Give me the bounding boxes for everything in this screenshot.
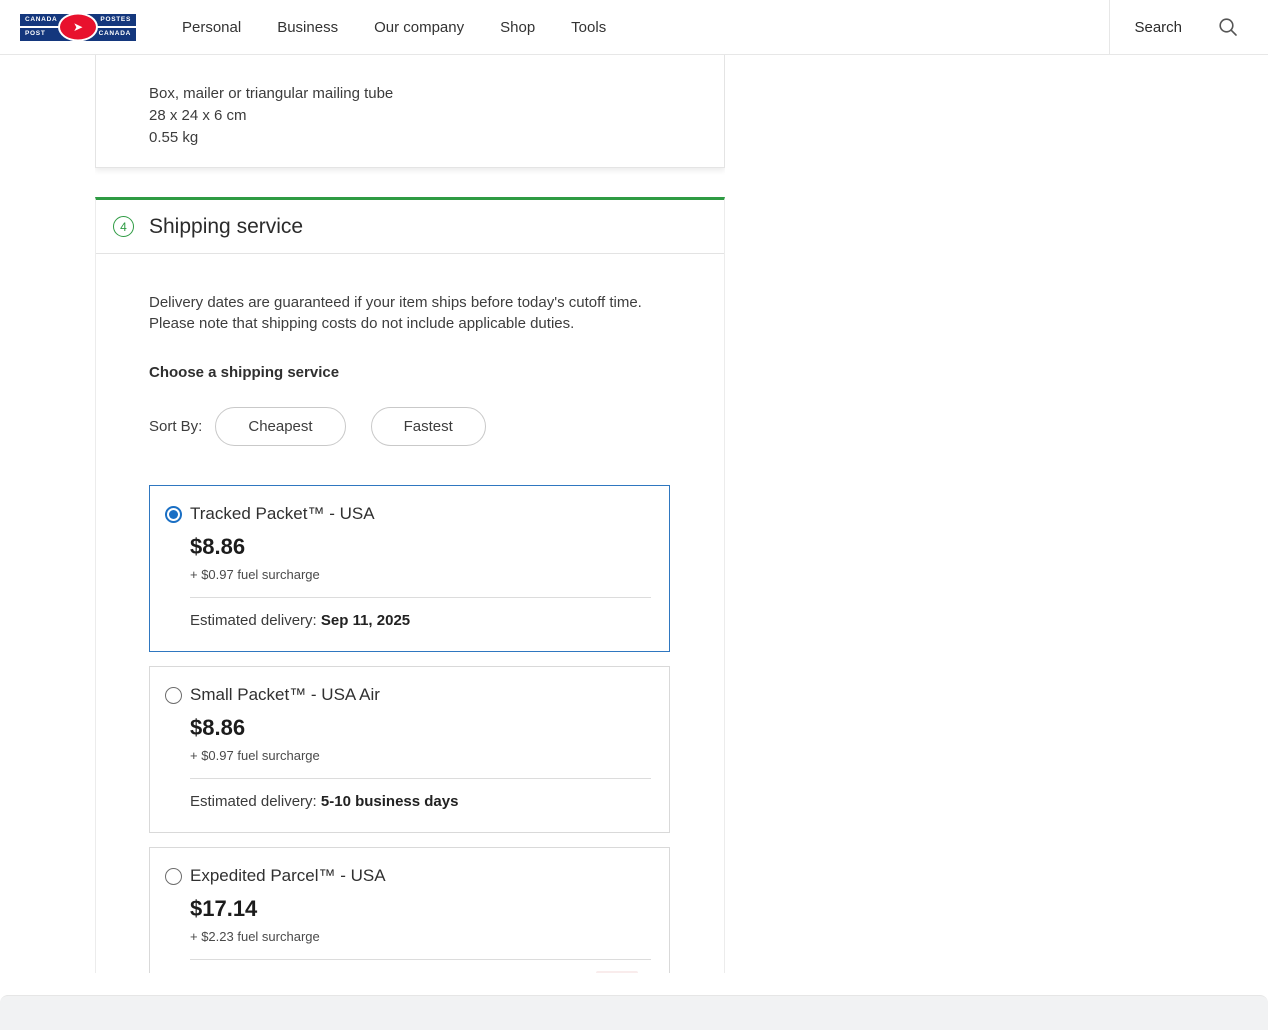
service-price: $8.86 bbox=[190, 534, 669, 560]
nav-personal[interactable]: Personal bbox=[182, 19, 241, 36]
radio-button-selected[interactable] bbox=[165, 506, 182, 523]
divider bbox=[190, 959, 651, 960]
nav-business[interactable]: Business bbox=[277, 19, 338, 36]
search-icon[interactable] bbox=[1218, 17, 1238, 37]
service-name: Small Packet™ - USA Air bbox=[190, 685, 380, 705]
service-name: Expedited Parcel™ - USA bbox=[190, 866, 386, 886]
main-content: Box, mailer or triangular mailing tube 2… bbox=[95, 55, 725, 973]
package-weight: 0.55 kg bbox=[149, 127, 671, 149]
section-body: Delivery dates are guaranteed if your it… bbox=[96, 254, 724, 973]
estimated-delivery: Estimated delivery: Sep 11, 2025 bbox=[190, 612, 669, 651]
option-header-row: Small Packet™ - USA Air bbox=[150, 667, 669, 705]
service-name: Tracked Packet™ - USA bbox=[190, 504, 375, 524]
service-option-expedited-parcel-usa[interactable]: Expedited Parcel™ - USA $17.14 + $2.23 f… bbox=[149, 847, 670, 973]
back-to-top-button[interactable] bbox=[596, 971, 638, 973]
nav-shop[interactable]: Shop bbox=[500, 19, 535, 36]
radio-button-unselected[interactable] bbox=[165, 868, 182, 885]
header-search-area: Search bbox=[1109, 0, 1268, 55]
sort-controls: Sort By: Cheapest Fastest bbox=[149, 407, 669, 446]
option-header-row: Tracked Packet™ - USA bbox=[150, 486, 669, 524]
divider bbox=[190, 597, 651, 598]
site-header: CANADA POST POSTES CANADA ➤ Personal Bus… bbox=[0, 0, 1268, 55]
main-nav: Personal Business Our company Shop Tools bbox=[182, 19, 606, 36]
fuel-surcharge: + $2.23 fuel surcharge bbox=[190, 929, 669, 944]
section-title: Shipping service bbox=[149, 215, 303, 239]
nav-our-company[interactable]: Our company bbox=[374, 19, 464, 36]
sort-fastest-button[interactable]: Fastest bbox=[371, 407, 486, 446]
divider bbox=[190, 778, 651, 779]
service-options-list: Tracked Packet™ - USA $8.86 + $0.97 fuel… bbox=[149, 485, 669, 973]
service-option-tracked-packet-usa[interactable]: Tracked Packet™ - USA $8.86 + $0.97 fuel… bbox=[149, 485, 670, 652]
sort-by-label: Sort By: bbox=[149, 418, 202, 435]
nav-tools[interactable]: Tools bbox=[571, 19, 606, 36]
step-number-badge: 4 bbox=[113, 216, 134, 237]
shipping-service-section: 4 Shipping service Delivery dates are gu… bbox=[95, 197, 725, 973]
canada-post-logo[interactable]: CANADA POST POSTES CANADA ➤ bbox=[20, 14, 136, 41]
search-link[interactable]: Search bbox=[1134, 19, 1182, 36]
package-summary-card: Box, mailer or triangular mailing tube 2… bbox=[95, 55, 725, 168]
service-option-small-packet-usa-air[interactable]: Small Packet™ - USA Air $8.86 + $0.97 fu… bbox=[149, 666, 670, 833]
canada-post-wing-icon: ➤ bbox=[58, 13, 98, 42]
option-header-row: Expedited Parcel™ - USA bbox=[150, 848, 669, 886]
sort-cheapest-button[interactable]: Cheapest bbox=[215, 407, 345, 446]
package-dimensions: 28 x 24 x 6 cm bbox=[149, 105, 671, 127]
fuel-surcharge: + $0.97 fuel surcharge bbox=[190, 567, 669, 582]
choose-service-label: Choose a shipping service bbox=[149, 364, 669, 381]
radio-button-unselected[interactable] bbox=[165, 687, 182, 704]
fuel-surcharge: + $0.97 fuel surcharge bbox=[190, 748, 669, 763]
service-price: $8.86 bbox=[190, 715, 669, 741]
delivery-guarantee-text: Delivery dates are guaranteed if your it… bbox=[149, 292, 684, 334]
estimated-delivery: Estimated delivery: 5-10 business days bbox=[190, 793, 669, 832]
section-header: 4 Shipping service bbox=[96, 200, 724, 254]
bottom-bar bbox=[0, 995, 1268, 1030]
service-price: $17.14 bbox=[190, 896, 669, 922]
package-type: Box, mailer or triangular mailing tube bbox=[149, 83, 671, 105]
